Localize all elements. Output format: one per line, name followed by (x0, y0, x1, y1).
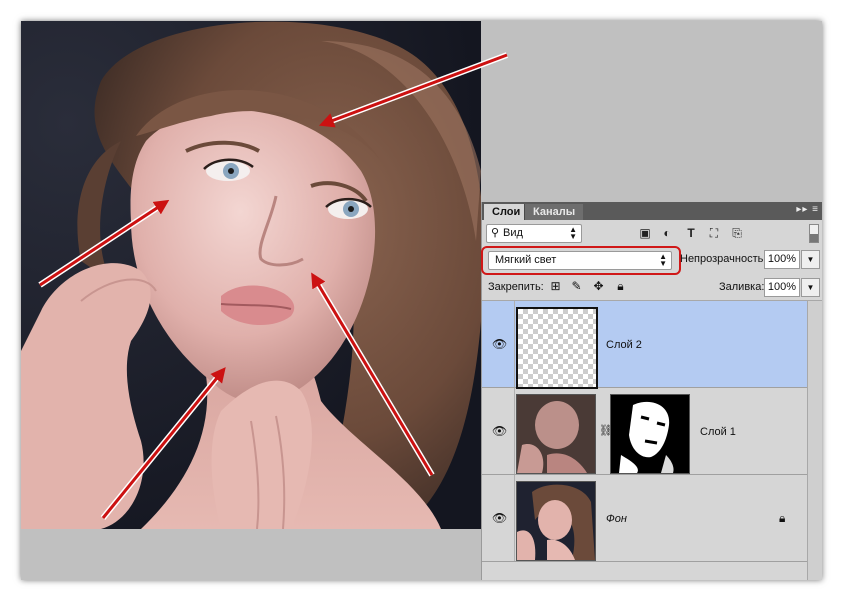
filter-toggle[interactable] (809, 224, 819, 243)
spinner-arrows-icon: ▲ ▼ (659, 252, 667, 268)
panel-tab-bar: Слои Каналы ▸▸ ≡ (482, 202, 822, 220)
adjustment-filter-icon[interactable]: ◐ (660, 226, 674, 240)
fill-input[interactable]: 100% (764, 278, 800, 297)
blend-mode-value: Мягкий свет (495, 254, 557, 266)
lock-all-icon[interactable]: 🔒︎ (614, 280, 627, 293)
smart-object-filter-icon[interactable]: ⎘ (730, 226, 744, 240)
layer-kind-label: Вид (503, 227, 523, 239)
spinner-arrows-icon: ▲ ▼ (569, 225, 577, 241)
eye-icon[interactable]: 👁︎ (492, 511, 507, 525)
opacity-label: Непрозрачность: (680, 253, 767, 265)
layer-thumbnail (516, 481, 596, 561)
layer-row-layer1[interactable]: 👁︎ ⛓ Слой 1 (482, 388, 808, 475)
layer-thumbnail (516, 307, 598, 389)
filter-row: ⚲ Вид ▲ ▼ ▣ ◐ T ⛶ ⎘ (482, 220, 822, 246)
lock-label: Закрепить: (488, 281, 544, 293)
document-canvas[interactable] (21, 21, 481, 529)
shape-filter-icon[interactable]: ⛶ (707, 226, 721, 240)
search-icon: ⚲ (491, 227, 500, 239)
lock-transparent-icon[interactable]: ⊞ (549, 280, 562, 293)
type-filter-icon[interactable]: T (684, 226, 698, 240)
layer-kind-select[interactable]: ⚲ Вид ▲ ▼ (486, 224, 582, 243)
blend-row: Мягкий свет ▲ ▼ Непрозрачность: 100% ▼ (481, 246, 822, 275)
tab-channels[interactable]: Каналы (524, 204, 584, 220)
portrait-photo (21, 21, 481, 529)
chevron-down-icon[interactable]: ▼ (801, 250, 820, 269)
tab-layers[interactable]: Слои (484, 204, 529, 220)
chevron-down-icon[interactable]: ▼ (801, 278, 820, 297)
fill-label: Заливка: (719, 281, 765, 293)
lock-icon: 🔒︎ (779, 511, 786, 525)
layer-row-layer2[interactable]: 👁︎ Слой 2 (482, 301, 808, 389)
image-filter-icon[interactable]: ▣ (638, 226, 652, 240)
lock-position-icon[interactable]: ✥ (592, 280, 605, 293)
lock-row: Закрепить: ⊞ ✎ ✥ 🔒︎ Заливка: 100% ▼ (482, 274, 822, 301)
eye-icon[interactable]: 👁︎ (492, 337, 507, 351)
layer-name: Слой 2 (606, 339, 642, 351)
layer-thumbnail (516, 394, 596, 474)
layers-panel: Слои Каналы ▸▸ ≡ ⚲ Вид ▲ ▼ ▣ ◐ T ⛶ ⎘ Мягк… (481, 202, 822, 580)
layer-list: 👁︎ Слой 2 👁︎ ⛓ Слой 1 👁︎ Фон 🔒︎ (482, 301, 822, 580)
layer-mask-thumbnail[interactable] (610, 394, 690, 474)
lock-brush-icon[interactable]: ✎ (570, 280, 583, 293)
layer-name: Слой 1 (700, 426, 736, 438)
eye-icon[interactable]: 👁︎ (492, 424, 507, 438)
screenshot-frame: Слои Каналы ▸▸ ≡ ⚲ Вид ▲ ▼ ▣ ◐ T ⛶ ⎘ Мягк… (21, 21, 822, 580)
blend-mode-highlight: Мягкий свет ▲ ▼ (481, 246, 681, 275)
layer-name: Фон (606, 513, 627, 525)
opacity-input[interactable]: 100% (764, 250, 800, 269)
layer-row-background[interactable]: 👁︎ Фон 🔒︎ (482, 475, 808, 562)
layer-list-scrollbar[interactable] (807, 301, 822, 580)
panel-menu-icon[interactable]: ▸▸ ≡ (796, 204, 819, 215)
blend-mode-select[interactable]: Мягкий свет ▲ ▼ (488, 251, 672, 270)
